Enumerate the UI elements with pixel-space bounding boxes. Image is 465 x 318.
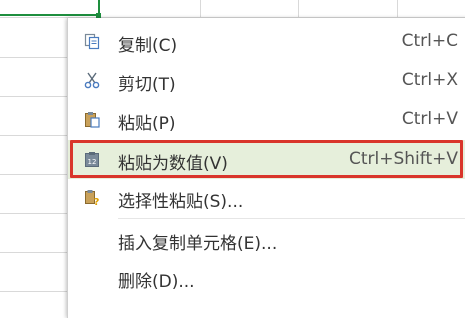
paste-icon <box>84 111 100 128</box>
menu-item-cut[interactable]: 剪切(T) Ctrl+X <box>68 61 465 100</box>
menu-item-label: 选择性粘贴(S)... <box>118 192 244 212</box>
menu-item-label: 插入复制单元格(E)... <box>118 234 278 254</box>
highlight-box <box>70 140 463 178</box>
menu-item-label: 剪切(T) <box>118 75 176 95</box>
menu-separator <box>118 218 465 219</box>
menu-item-label: 复制(C) <box>118 36 178 56</box>
menu-item-insert-copied-cells[interactable]: 插入复制单元格(E)... <box>68 220 465 259</box>
selected-cell[interactable] <box>0 0 100 16</box>
menu-item-paste[interactable]: 粘贴(P) Ctrl+V <box>68 100 465 139</box>
menu-item-shortcut: Ctrl+V <box>401 109 458 129</box>
menu-item-shortcut: Ctrl+C <box>401 31 458 51</box>
copy-icon <box>84 33 100 50</box>
menu-item-label: 删除(D)... <box>118 272 195 292</box>
menu-item-label: 粘贴(P) <box>118 114 176 134</box>
scissors-icon <box>84 72 100 89</box>
menu-item-copy[interactable]: 复制(C) Ctrl+C <box>68 22 465 61</box>
menu-item-paste-special[interactable]: ? 选择性粘贴(S)... <box>68 178 465 217</box>
svg-text:?: ? <box>94 197 100 206</box>
menu-item-delete[interactable]: 删除(D)... <box>68 258 465 297</box>
menu-item-shortcut: Ctrl+X <box>401 70 458 90</box>
paste-special-icon: ? <box>84 189 100 206</box>
